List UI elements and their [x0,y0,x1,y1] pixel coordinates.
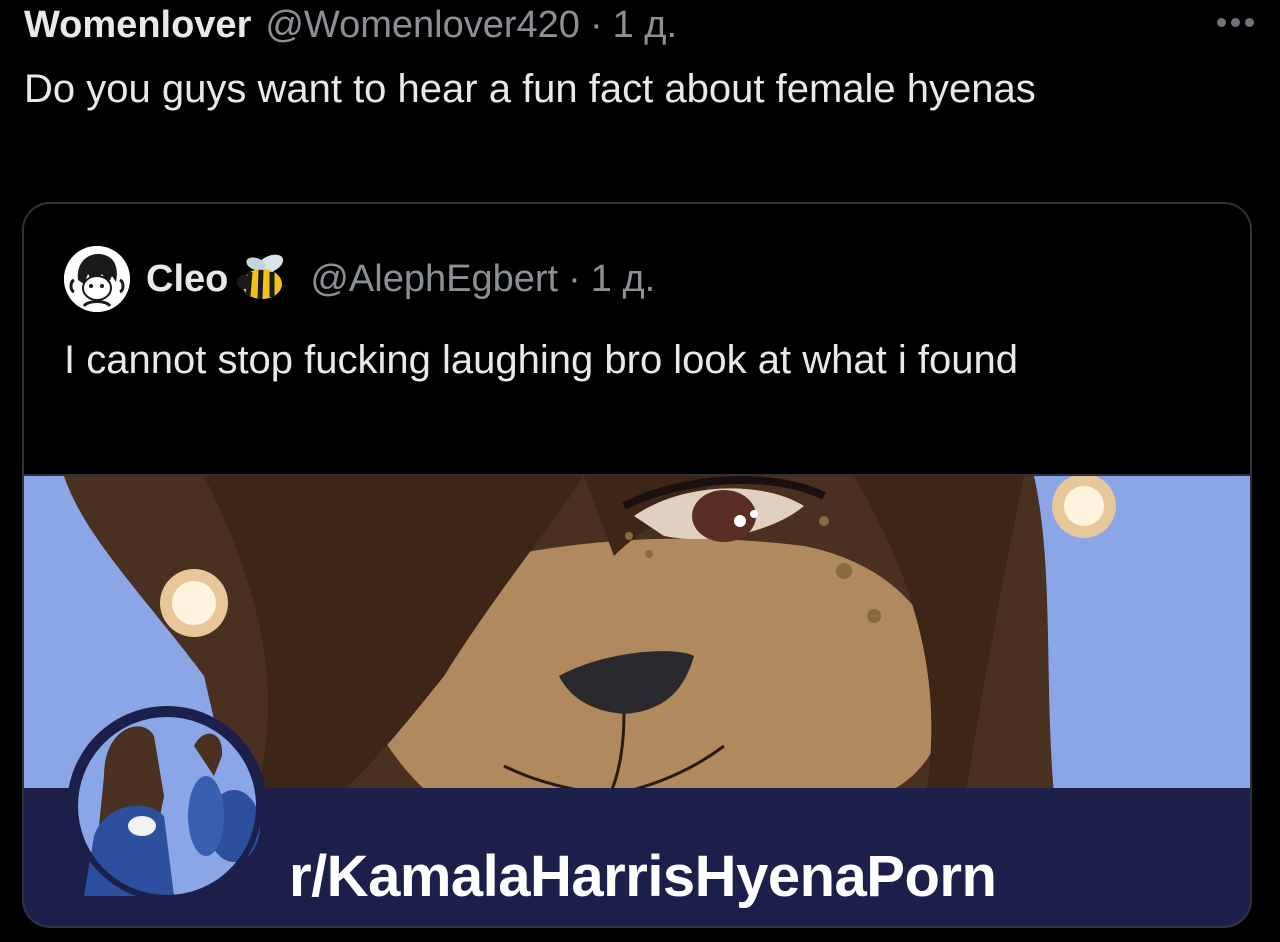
quoted-header-separator: · [568,257,581,300]
tweet-timestamp[interactable]: 1 д. [613,4,677,47]
author-handle[interactable]: @Womenlover420 [265,4,580,47]
quoted-tweet-text: I cannot stop fucking laughing bro look … [64,338,1018,382]
tweet-screen: Womenlover @Womenlover420 · 1 д. Do you … [0,0,1280,942]
quoted-tweet-timestamp[interactable]: 1 д. [591,258,655,301]
author-display-name[interactable]: Womenlover [24,4,251,47]
bee-icon [234,250,292,308]
quoted-author-display-name[interactable]: Cleo [146,258,228,301]
quoted-tweet-header: Cleo @AlephEgbert · 1 д. [64,246,655,312]
quoted-tweet-card[interactable]: Cleo @AlephEgbert · 1 д. I cannot stop f… [22,202,1252,928]
more-options-icon[interactable] [1217,18,1254,27]
quoted-tweet-media[interactable]: r/KamalaHarrisHyenaPorn [24,474,1250,926]
quoted-author-handle[interactable]: @AlephEgbert [310,258,558,301]
header-separator: · [589,3,603,46]
quoted-author-avatar[interactable] [64,246,130,312]
subreddit-banner-text: r/KamalaHarrisHyenaPorn [289,844,997,909]
tweet-text: Do you guys want to hear a fun fact abou… [24,67,1036,111]
tweet-header: Womenlover @Womenlover420 · 1 д. [24,2,1256,48]
